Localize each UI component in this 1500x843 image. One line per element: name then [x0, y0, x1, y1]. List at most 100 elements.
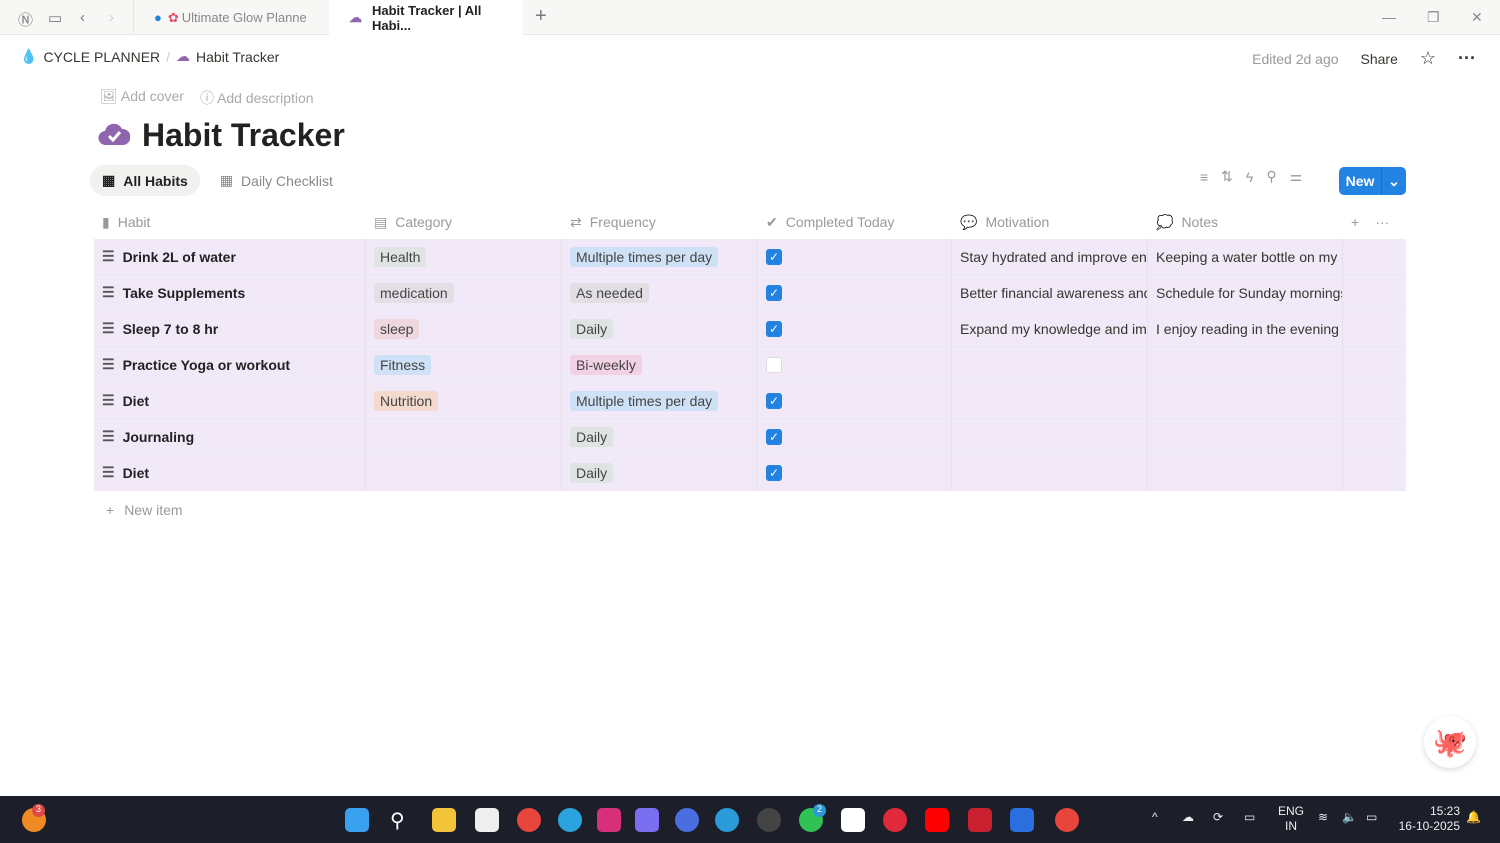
- notion-icon[interactable]: [841, 808, 865, 832]
- windows-start-icon[interactable]: [345, 808, 369, 832]
- clock[interactable]: 15:23 16-10-2025: [1395, 804, 1460, 834]
- chatgpt-icon[interactable]: [757, 808, 781, 832]
- habit-cell[interactable]: ☰ Take Supplements: [94, 275, 366, 310]
- table-row[interactable]: ☰ Sleep 7 to 8 hr sleep Daily ✓ Expand my…: [94, 311, 1406, 347]
- category-cell[interactable]: sleep: [366, 311, 562, 346]
- category-cell[interactable]: [366, 455, 562, 490]
- more-icon[interactable]: ···: [1458, 48, 1476, 69]
- table-row[interactable]: ☰ Take Supplements medication As needed ✓…: [94, 275, 1406, 311]
- breadcrumb-page[interactable]: Habit Tracker: [196, 49, 279, 65]
- share-button[interactable]: Share: [1361, 51, 1398, 67]
- new-tab-icon[interactable]: +: [535, 5, 547, 28]
- column-notes[interactable]: 💭 Notes: [1148, 205, 1343, 239]
- back-icon[interactable]: ‹: [80, 9, 85, 26]
- restore-icon[interactable]: ❐: [1427, 9, 1440, 26]
- motivation-cell[interactable]: Better financial awareness and s: [952, 275, 1148, 310]
- notes-cell[interactable]: I enjoy reading in the evening b: [1148, 311, 1343, 346]
- habit-cell[interactable]: ☰ Journaling: [94, 419, 366, 454]
- category-cell[interactable]: Fitness: [366, 347, 562, 382]
- filter-icon[interactable]: ≡: [1200, 169, 1208, 185]
- completed-checkbox[interactable]: ✓: [766, 320, 782, 337]
- store-icon[interactable]: [475, 808, 499, 832]
- frequency-cell[interactable]: Multiple times per day: [562, 239, 757, 274]
- copilot-icon[interactable]: [635, 808, 659, 832]
- file-explorer-icon[interactable]: [432, 808, 456, 832]
- youtube-icon[interactable]: [925, 808, 949, 832]
- column-motivation[interactable]: 💬 Motivation: [952, 205, 1148, 239]
- tab-ultimate-glow-planner[interactable]: ● ✿ Ultimate Glow Planne: [133, 0, 329, 35]
- motivation-cell[interactable]: [952, 347, 1148, 382]
- notes-cell[interactable]: Schedule for Sunday mornings: [1148, 275, 1343, 310]
- frequency-cell[interactable]: Bi-weekly: [562, 347, 757, 382]
- table-row[interactable]: ☰ Diet Daily ✓: [94, 455, 1406, 491]
- notes-cell[interactable]: Keeping a water bottle on my d: [1148, 239, 1343, 274]
- category-cell[interactable]: Health: [366, 239, 562, 274]
- chevron-down-icon[interactable]: ⌄: [1382, 167, 1406, 195]
- motivation-cell[interactable]: Stay hydrated and improve ene: [952, 239, 1148, 274]
- settings-sliders-icon[interactable]: ⚌: [1290, 168, 1303, 185]
- frequency-cell[interactable]: Daily: [562, 455, 757, 490]
- habit-cell[interactable]: ☰ Practice Yoga or workout: [94, 347, 366, 382]
- new-item-button[interactable]: + New item: [106, 502, 183, 518]
- edge-icon[interactable]: [715, 808, 739, 832]
- frequency-cell[interactable]: Daily: [562, 311, 757, 346]
- column-completed-today[interactable]: ✔ Completed Today: [757, 205, 952, 239]
- pinterest-icon[interactable]: [883, 808, 907, 832]
- motivation-cell[interactable]: Expand my knowledge and impi: [952, 311, 1148, 346]
- frequency-cell[interactable]: Daily: [562, 419, 757, 454]
- notes-cell[interactable]: [1148, 383, 1343, 418]
- habit-cell[interactable]: ☰ Drink 2L of water: [94, 239, 366, 274]
- tab-all-habits[interactable]: ▦ All Habits: [90, 165, 200, 196]
- notion-ai-mascot-icon[interactable]: 🐙: [1424, 716, 1476, 768]
- frequency-cell[interactable]: Multiple times per day: [562, 383, 757, 418]
- onedrive-icon[interactable]: ☁: [1182, 810, 1194, 825]
- chevron-up-icon[interactable]: ^: [1152, 810, 1158, 825]
- sidebar-toggle-icon[interactable]: ▭: [48, 9, 62, 27]
- chrome-icon[interactable]: [517, 808, 541, 832]
- close-icon[interactable]: ✕: [1471, 9, 1483, 26]
- forward-icon[interactable]: ›: [109, 9, 114, 26]
- motivation-cell[interactable]: [952, 383, 1148, 418]
- notification-bell-icon[interactable]: 🔔: [1466, 810, 1481, 825]
- sync-icon[interactable]: ⟳: [1213, 810, 1223, 825]
- add-property-icon[interactable]: +: [1351, 214, 1359, 230]
- category-cell[interactable]: Nutrition: [366, 383, 562, 418]
- add-description-button[interactable]: ⓘ Add description: [200, 88, 314, 108]
- category-cell[interactable]: [366, 419, 562, 454]
- notes-cell[interactable]: [1148, 455, 1343, 490]
- completed-checkbox[interactable]: ✓: [766, 428, 782, 445]
- tab-daily-checklist[interactable]: ▦ Daily Checklist: [208, 165, 345, 196]
- star-icon[interactable]: ☆: [1420, 48, 1436, 69]
- category-cell[interactable]: medication: [366, 275, 562, 310]
- frequency-cell[interactable]: As needed: [562, 275, 757, 310]
- motivation-cell[interactable]: [952, 455, 1148, 490]
- table-row[interactable]: ☰ Journaling Daily ✓: [94, 419, 1406, 455]
- completed-checkbox[interactable]: ✓: [766, 248, 782, 265]
- search-icon[interactable]: ⚲: [390, 808, 414, 832]
- column-category[interactable]: ▤ Category: [366, 205, 562, 239]
- habit-cell[interactable]: ☰ Sleep 7 to 8 hr: [94, 311, 366, 346]
- automation-icon[interactable]: ϟ: [1246, 169, 1253, 185]
- telegram-icon[interactable]: [558, 808, 582, 832]
- app-icon[interactable]: [1010, 808, 1034, 832]
- column-habit[interactable]: ▮ Habit: [94, 205, 366, 239]
- new-button[interactable]: New ⌄: [1339, 167, 1406, 195]
- notion-logo-icon[interactable]: Ⓝ: [18, 9, 33, 30]
- notes-cell[interactable]: [1148, 347, 1343, 382]
- completed-checkbox[interactable]: ✓: [766, 284, 782, 301]
- habit-cell[interactable]: ☰ Diet: [94, 383, 366, 418]
- touchpad-icon[interactable]: ▭: [1244, 810, 1255, 825]
- canva-icon[interactable]: [675, 808, 699, 832]
- sort-icon[interactable]: ⇅: [1221, 168, 1233, 185]
- language-indicator[interactable]: ENG IN: [1278, 804, 1304, 834]
- table-row[interactable]: ☰ Diet Nutrition Multiple times per day ✓: [94, 383, 1406, 419]
- completed-checkbox[interactable]: ✓: [766, 464, 782, 481]
- breadcrumb-workspace[interactable]: CYCLE PLANNER: [43, 49, 160, 65]
- more-icon[interactable]: ···: [1375, 214, 1389, 230]
- instagram-icon[interactable]: [597, 808, 621, 832]
- volume-icon[interactable]: 🔈: [1342, 810, 1357, 825]
- completed-checkbox[interactable]: ✓: [766, 392, 782, 409]
- notes-cell[interactable]: [1148, 419, 1343, 454]
- motivation-cell[interactable]: [952, 419, 1148, 454]
- battery-icon[interactable]: ▭: [1366, 810, 1377, 825]
